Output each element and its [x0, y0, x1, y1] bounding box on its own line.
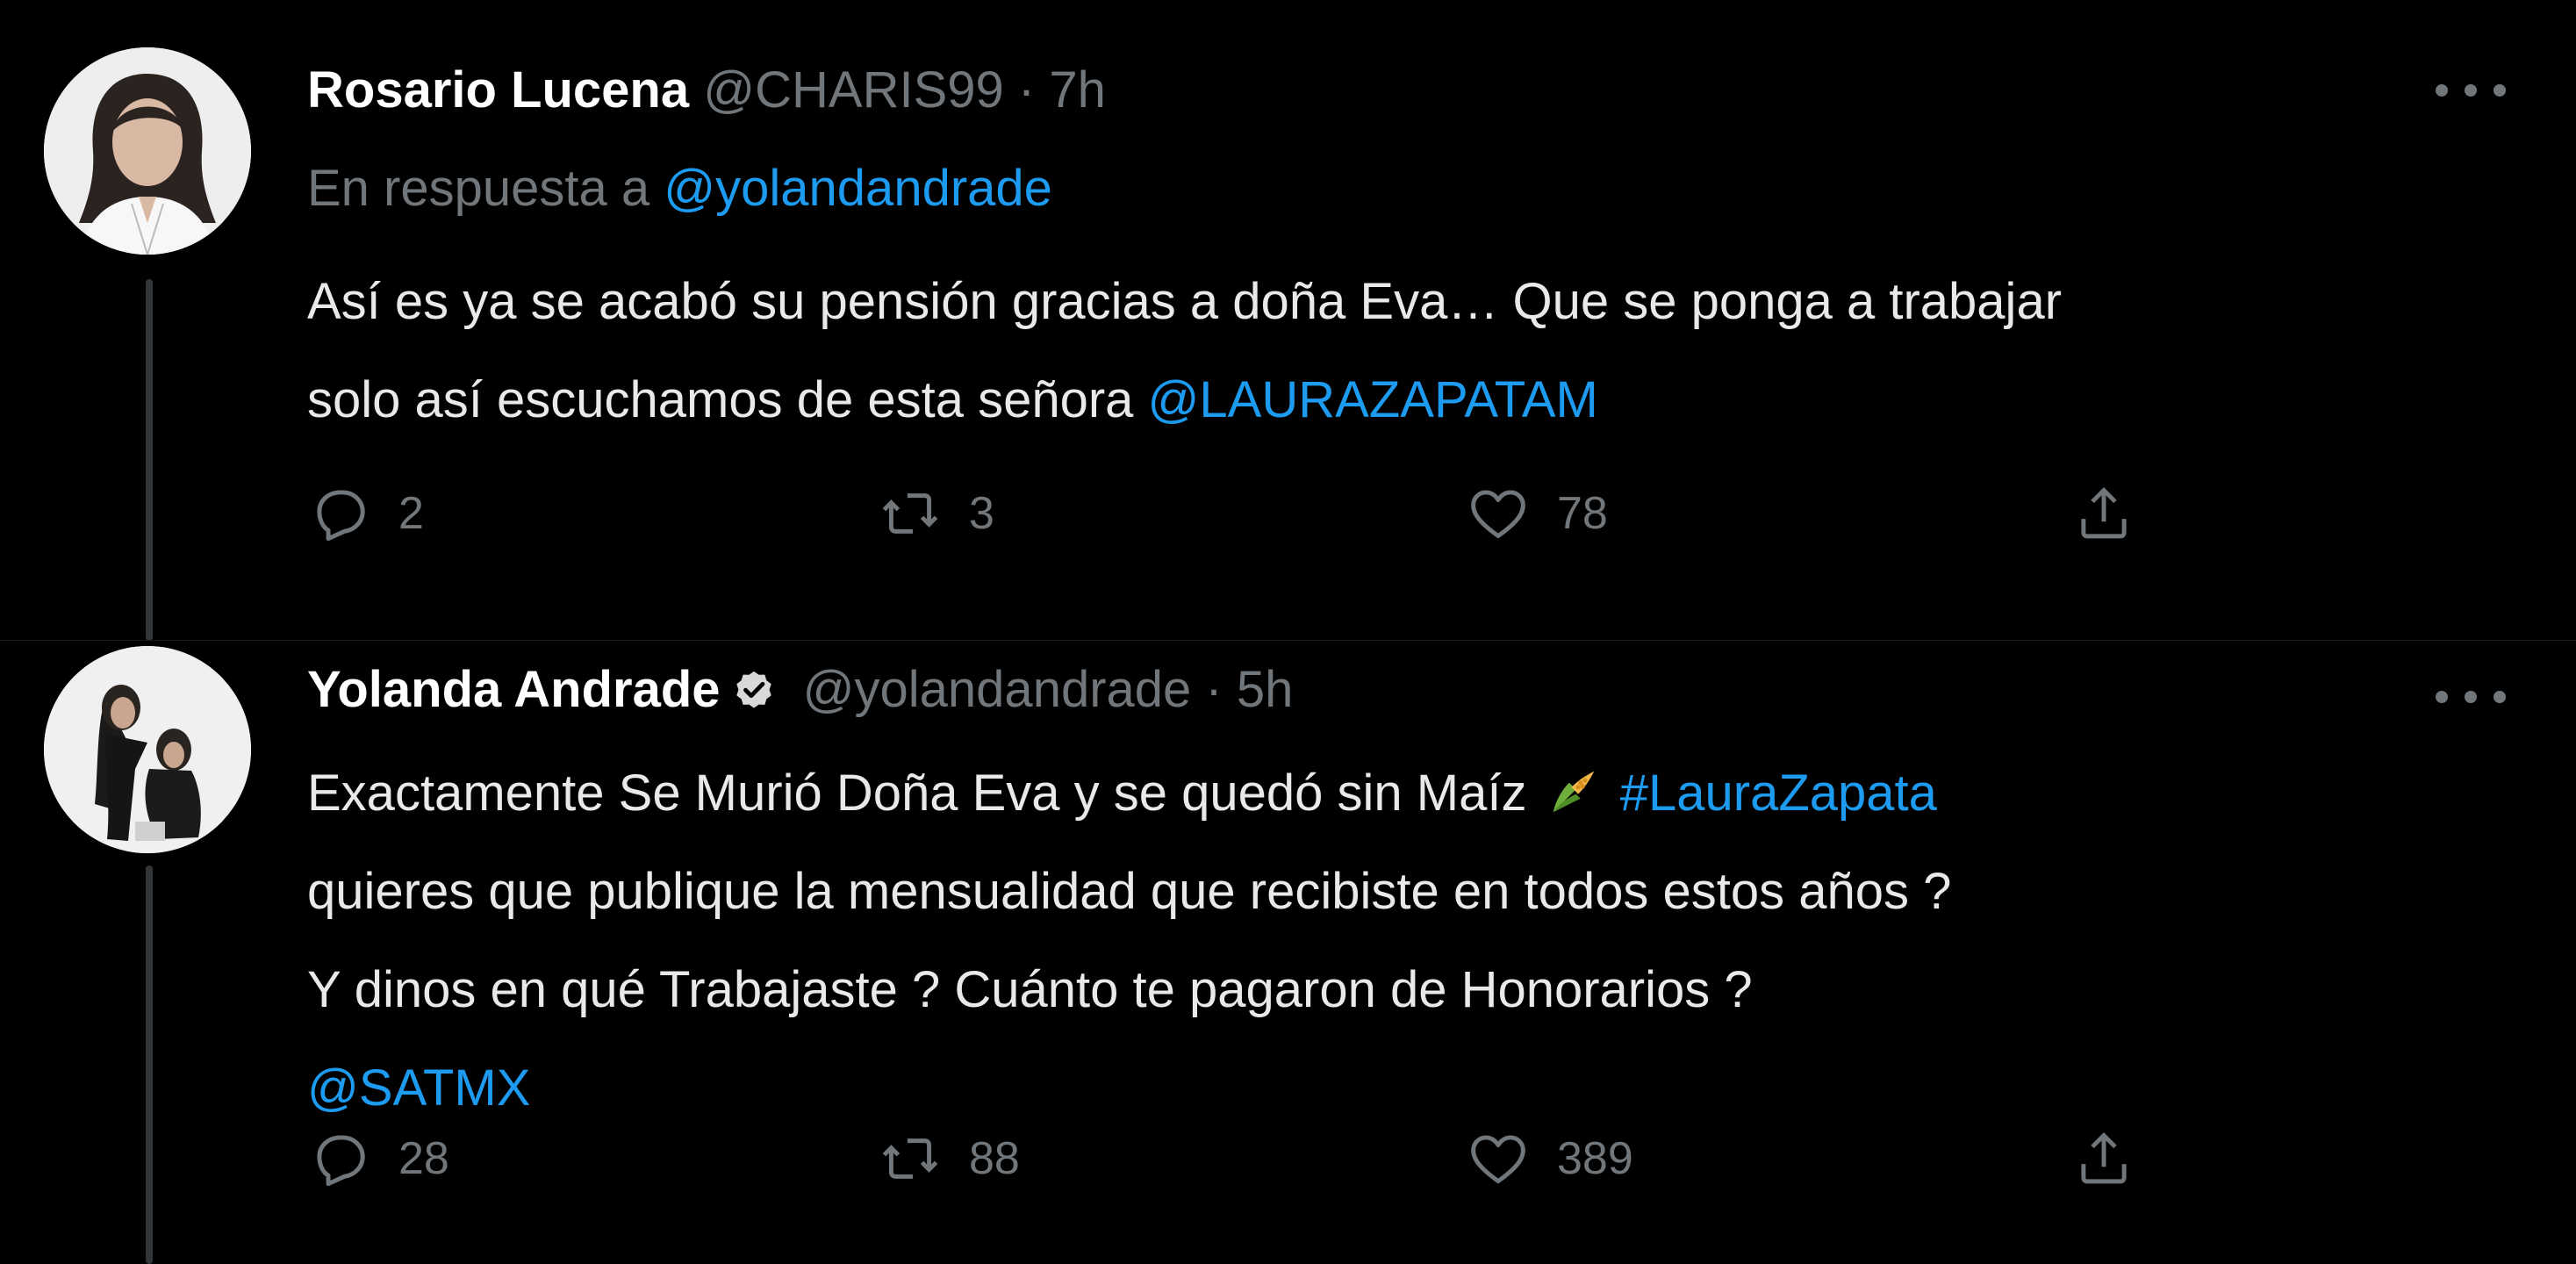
retweet-count: 3 [969, 488, 994, 539]
more-dot [2465, 84, 2477, 97]
share-button[interactable] [2071, 1119, 2136, 1198]
avatar-rosario-lucena[interactable] [44, 47, 251, 255]
like-button[interactable]: 78 [1466, 474, 1608, 553]
retweet-icon [882, 1138, 938, 1179]
reply-icon [317, 490, 365, 542]
replying-to-label: En respuesta a @yolandandrade [307, 154, 1052, 224]
profile-photo-icon [44, 47, 251, 255]
profile-photo-icon [44, 646, 251, 853]
like-count: 78 [1557, 488, 1608, 539]
tweet-actions-bar: 28 88 389 [307, 1119, 2150, 1198]
reply-to-mention[interactable]: @yolandandrade [664, 160, 1052, 217]
more-dot [2465, 691, 2477, 703]
tweet-text-line: solo así escuchamos de esta señora @LAUR… [307, 351, 2523, 449]
tweet-actions-bar: 2 3 78 [307, 474, 2150, 553]
reply-icon [317, 1135, 365, 1187]
heart-icon [1471, 1135, 1525, 1184]
more-dot [2436, 691, 2448, 703]
tweet-timestamp[interactable]: 7h [1049, 61, 1106, 118]
mention-link[interactable]: @SATMX [307, 1059, 530, 1117]
reply-button[interactable]: 2 [307, 474, 424, 553]
like-button[interactable]: 389 [1466, 1119, 1633, 1198]
more-options-icon[interactable] [2436, 77, 2506, 104]
verified-badge-icon [731, 668, 777, 714]
share-button[interactable] [2071, 474, 2136, 553]
hashtag-link[interactable]: #LauraZapata [1620, 765, 1937, 822]
tweet-rosario-lucena[interactable]: Rosario Lucena @CHARIS99 · 7h En respues… [0, 0, 2576, 641]
tweet-timestamp[interactable]: 5h [1237, 661, 1294, 718]
tweet-text-line: Así es ya se acabó su pensión gracias a … [307, 273, 2063, 330]
thread-connector-line [146, 865, 153, 1264]
heart-icon [1471, 490, 1525, 539]
tweet-text-line: Exactamente Se Murió Doña Eva y se quedó… [307, 744, 2523, 843]
author-handle[interactable]: @yolandandrade [803, 661, 1192, 718]
author-name[interactable]: Yolanda Andrade [307, 661, 721, 718]
header-separator: · [1205, 661, 1223, 718]
tweet-text: Así es ya se acabó su pensión gracias a … [307, 253, 2523, 449]
share-icon [2081, 1131, 2127, 1184]
tweet-yolanda-andrade[interactable]: Yolanda Andrade @yolandandrade · 5h Exac… [0, 641, 2576, 1264]
corn-emoji-icon [1546, 765, 1601, 819]
mention-link[interactable]: @LAURAZAPATAM [1148, 371, 1598, 428]
thread-connector-line [146, 279, 153, 641]
tweet-header: Yolanda Andrade @yolandandrade · 5h [307, 655, 1293, 725]
header-separator: · [1017, 61, 1036, 118]
reply-button[interactable]: 28 [307, 1119, 449, 1198]
author-handle[interactable]: @CHARIS99 [703, 61, 1004, 118]
more-dot [2493, 691, 2506, 703]
retweet-button[interactable]: 88 [878, 1119, 1020, 1198]
retweet-count: 88 [969, 1133, 1020, 1184]
more-options-icon[interactable] [2436, 684, 2506, 710]
reply-count: 28 [398, 1133, 449, 1184]
more-dot [2493, 84, 2506, 97]
avatar-yolanda-andrade[interactable] [44, 646, 251, 853]
share-icon [2081, 486, 2127, 539]
like-count: 389 [1557, 1133, 1633, 1184]
author-name[interactable]: Rosario Lucena [307, 61, 689, 118]
reply-count: 2 [398, 488, 424, 539]
tweet-text-plain: solo así escuchamos de esta señora [307, 371, 1148, 428]
tweet-header: Rosario Lucena @CHARIS99 · 7h [307, 55, 1106, 126]
retweet-button[interactable]: 3 [878, 474, 994, 553]
tweet-text: Exactamente Se Murió Doña Eva y se quedó… [307, 744, 2523, 1138]
tweet-text-line: quieres que publique la mensualidad que … [307, 863, 1952, 920]
reply-prefix: En respuesta a [307, 160, 650, 217]
tweet-text-line: Y dinos en qué Trabajaste ? Cuánto te pa… [307, 961, 1753, 1018]
more-dot [2436, 84, 2448, 97]
tweet-text-plain: Exactamente Se Murió Doña Eva y se quedó… [307, 765, 1527, 822]
retweet-icon [882, 493, 938, 534]
